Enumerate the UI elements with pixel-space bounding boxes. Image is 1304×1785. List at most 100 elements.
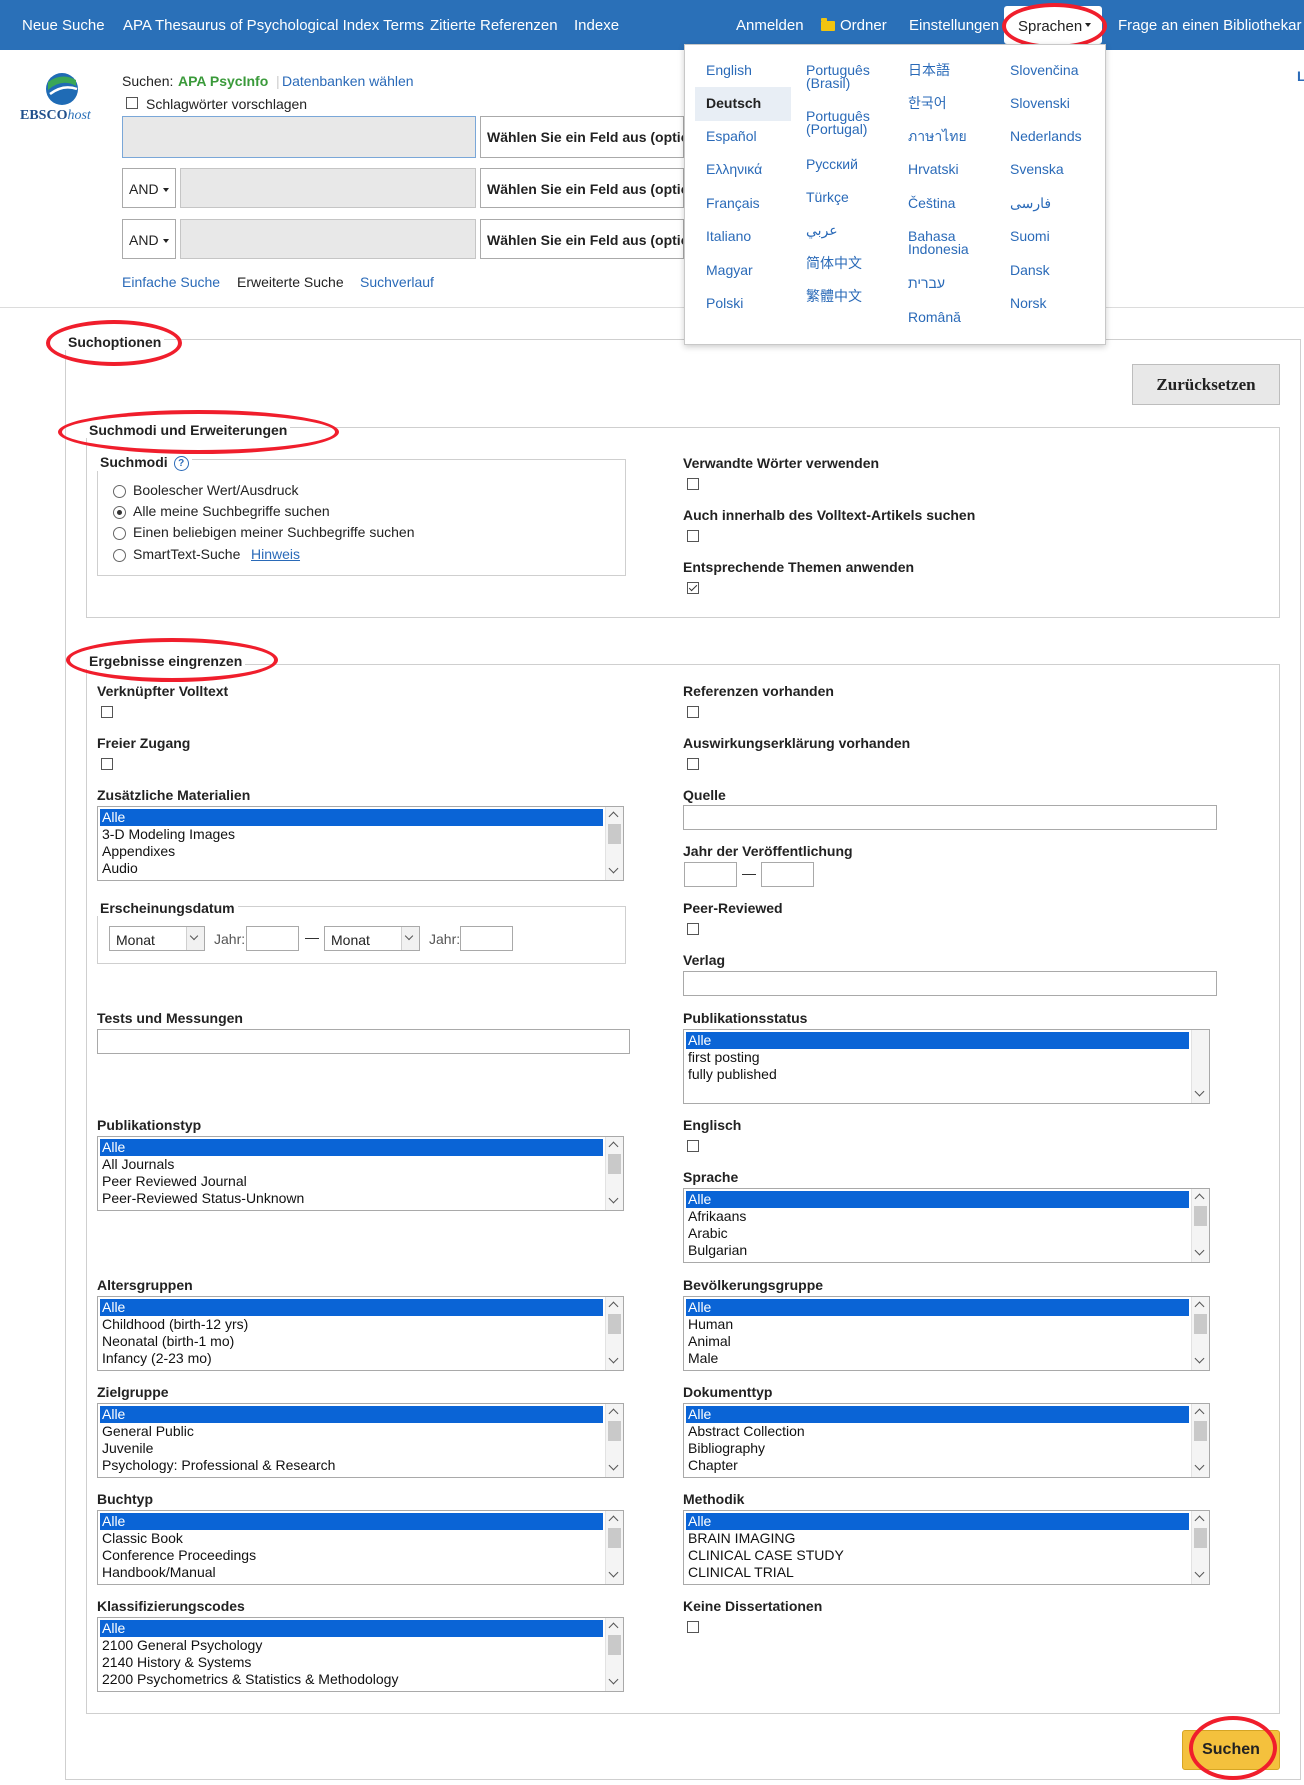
list-option[interactable]: Alle bbox=[686, 1299, 1189, 1316]
list-option[interactable]: Audio bbox=[100, 860, 603, 877]
lang-option[interactable]: Magyar bbox=[706, 263, 753, 277]
tests-input[interactable] bbox=[97, 1029, 630, 1054]
field-select-3[interactable]: Wählen Sie ein Feld aus (optional) bbox=[480, 219, 684, 259]
lang-option[interactable]: Português (Brasil) bbox=[806, 63, 886, 90]
list-option[interactable]: Peer Reviewed Journal bbox=[100, 1173, 603, 1190]
basic-search-link[interactable]: Einfache Suche bbox=[122, 274, 220, 290]
list-option[interactable]: fully published bbox=[686, 1066, 1189, 1083]
list-option[interactable]: Arabic bbox=[686, 1225, 1189, 1242]
pubdate-year-from-input[interactable] bbox=[246, 926, 299, 951]
reset-button[interactable]: Zurücksetzen bbox=[1132, 364, 1280, 405]
listbox-scrollbar[interactable] bbox=[1191, 1189, 1209, 1262]
scroll-thumb[interactable] bbox=[1194, 1206, 1207, 1226]
lang-option[interactable]: Slovenski bbox=[1010, 96, 1070, 110]
choose-databases-link[interactable]: Datenbanken wählen bbox=[282, 73, 414, 89]
pubtype-listbox[interactable]: Alle All Journals Peer Reviewed Journal … bbox=[97, 1136, 624, 1211]
equiv-subjects-checkbox[interactable] bbox=[687, 582, 699, 594]
list-option[interactable]: CLINICAL CASE STUDY bbox=[686, 1547, 1189, 1564]
language-listbox[interactable]: Alle Afrikaans Arabic Bulgarian bbox=[683, 1188, 1210, 1263]
list-option[interactable]: All Journals bbox=[100, 1156, 603, 1173]
listbox-scrollbar[interactable] bbox=[1191, 1404, 1209, 1477]
nav-new-search[interactable]: Neue Suche bbox=[22, 17, 105, 34]
lang-option[interactable]: Hrvatski bbox=[908, 162, 959, 176]
no-dissertations-checkbox[interactable] bbox=[687, 1621, 699, 1633]
scroll-thumb[interactable] bbox=[608, 1528, 621, 1548]
population-listbox[interactable]: Alle Human Animal Male bbox=[683, 1296, 1210, 1371]
list-option[interactable]: Alle bbox=[100, 809, 603, 826]
list-option[interactable]: BRAIN IMAGING bbox=[686, 1530, 1189, 1547]
scroll-thumb[interactable] bbox=[1194, 1528, 1207, 1548]
pubdate-month-from-select[interactable]: Monat bbox=[109, 926, 205, 951]
lang-option-selected[interactable]: Deutsch bbox=[706, 96, 761, 110]
list-option[interactable]: Human bbox=[686, 1316, 1189, 1333]
nav-login[interactable]: Anmelden bbox=[736, 17, 804, 34]
field-select-1[interactable]: Wählen Sie ein Feld aus (optional) bbox=[480, 116, 684, 158]
peer-reviewed-checkbox[interactable] bbox=[687, 923, 699, 935]
list-option[interactable]: Appendixes bbox=[100, 843, 603, 860]
list-option[interactable]: CLINICAL TRIAL bbox=[686, 1564, 1189, 1581]
listbox-scrollbar[interactable] bbox=[605, 1511, 623, 1584]
list-option[interactable]: 3-D Modeling Images bbox=[100, 826, 603, 843]
supplemental-listbox[interactable]: Alle 3-D Modeling Images Appendixes Audi… bbox=[97, 806, 624, 881]
lang-option[interactable]: 한국어 bbox=[908, 96, 947, 110]
list-option[interactable]: 2100 General Psychology bbox=[100, 1637, 603, 1654]
languages-button[interactable]: Sprachen bbox=[1004, 6, 1102, 44]
lang-option[interactable]: 繁體中文 bbox=[806, 289, 862, 303]
lang-option[interactable]: Slovenčina bbox=[1010, 63, 1079, 77]
lang-option[interactable]: Русский bbox=[806, 157, 858, 171]
help-icon[interactable]: ? bbox=[173, 456, 189, 471]
fulltext-search-checkbox[interactable] bbox=[687, 530, 699, 542]
boolean-operator-select-2[interactable]: AND bbox=[122, 168, 176, 208]
list-option[interactable]: Alle bbox=[100, 1513, 603, 1530]
lang-option[interactable]: Dansk bbox=[1010, 263, 1050, 277]
pubyear-to-input[interactable] bbox=[761, 862, 814, 887]
search-input-2[interactable] bbox=[180, 168, 476, 208]
listbox-scrollbar[interactable] bbox=[605, 1297, 623, 1370]
nav-folder[interactable]: Ordner bbox=[821, 17, 887, 34]
boolean-operator-select-3[interactable]: AND bbox=[122, 219, 176, 259]
lang-option[interactable]: 简体中文 bbox=[806, 256, 862, 270]
lang-option[interactable]: English bbox=[706, 63, 752, 77]
classcodes-listbox[interactable]: Alle 2100 General Psychology 2140 Histor… bbox=[97, 1617, 624, 1692]
list-option[interactable]: General Public bbox=[100, 1423, 603, 1440]
scroll-thumb[interactable] bbox=[608, 1635, 621, 1655]
doctype-listbox[interactable]: Alle Abstract Collection Bibliography Ch… bbox=[683, 1403, 1210, 1478]
scroll-thumb[interactable] bbox=[1194, 1421, 1207, 1441]
scroll-thumb[interactable] bbox=[608, 824, 621, 844]
pubstatus-listbox[interactable]: Alle first posting fully published bbox=[683, 1029, 1210, 1104]
list-option[interactable]: Bulgarian bbox=[686, 1242, 1189, 1259]
scroll-thumb[interactable] bbox=[608, 1421, 621, 1441]
list-option[interactable]: Handbook/Manual bbox=[100, 1564, 603, 1581]
list-option[interactable]: Conference Proceedings bbox=[100, 1547, 603, 1564]
lang-option[interactable]: 日本語 bbox=[908, 63, 950, 77]
list-option[interactable]: Infancy (2-23 mo) bbox=[100, 1350, 603, 1367]
lang-option[interactable]: Italiano bbox=[706, 229, 751, 243]
nav-settings[interactable]: Einstellungen bbox=[909, 17, 999, 34]
lang-option[interactable]: عربي bbox=[806, 223, 838, 237]
list-option[interactable]: Alle bbox=[686, 1406, 1189, 1423]
listbox-scrollbar[interactable] bbox=[1191, 1297, 1209, 1370]
lang-option[interactable]: Bahasa Indonesia bbox=[908, 229, 988, 256]
listbox-scrollbar[interactable] bbox=[605, 807, 623, 880]
list-option[interactable]: Animal bbox=[686, 1333, 1189, 1350]
list-option[interactable]: Chapter bbox=[686, 1457, 1189, 1474]
nav-thesaurus[interactable]: APA Thesaurus of Psychological Index Ter… bbox=[123, 17, 424, 34]
list-option[interactable]: Alle bbox=[686, 1032, 1189, 1049]
list-option[interactable]: Alle bbox=[686, 1513, 1189, 1530]
booktype-listbox[interactable]: Alle Classic Book Conference Proceedings… bbox=[97, 1510, 624, 1585]
suggest-subjects-checkbox[interactable] bbox=[126, 97, 138, 109]
listbox-scrollbar[interactable] bbox=[605, 1137, 623, 1210]
free-access-checkbox[interactable] bbox=[101, 758, 113, 770]
list-option[interactable]: Childhood (birth-12 yrs) bbox=[100, 1316, 603, 1333]
english-checkbox[interactable] bbox=[687, 1140, 699, 1152]
smarttext-hint-link[interactable]: Hinweis bbox=[251, 546, 300, 562]
search-input-3[interactable] bbox=[180, 219, 476, 259]
mode-all-terms-radio[interactable] bbox=[113, 506, 126, 519]
list-option[interactable]: Classic Book bbox=[100, 1530, 603, 1547]
list-option[interactable]: 2200 Psychometrics & Statistics & Method… bbox=[100, 1671, 603, 1688]
listbox-scrollbar[interactable] bbox=[605, 1404, 623, 1477]
list-option[interactable]: Alle bbox=[686, 1191, 1189, 1208]
lang-option[interactable]: Türkçe bbox=[806, 190, 849, 204]
lang-option[interactable]: ภาษาไทย bbox=[908, 129, 967, 143]
listbox-scrollbar[interactable] bbox=[1191, 1511, 1209, 1584]
